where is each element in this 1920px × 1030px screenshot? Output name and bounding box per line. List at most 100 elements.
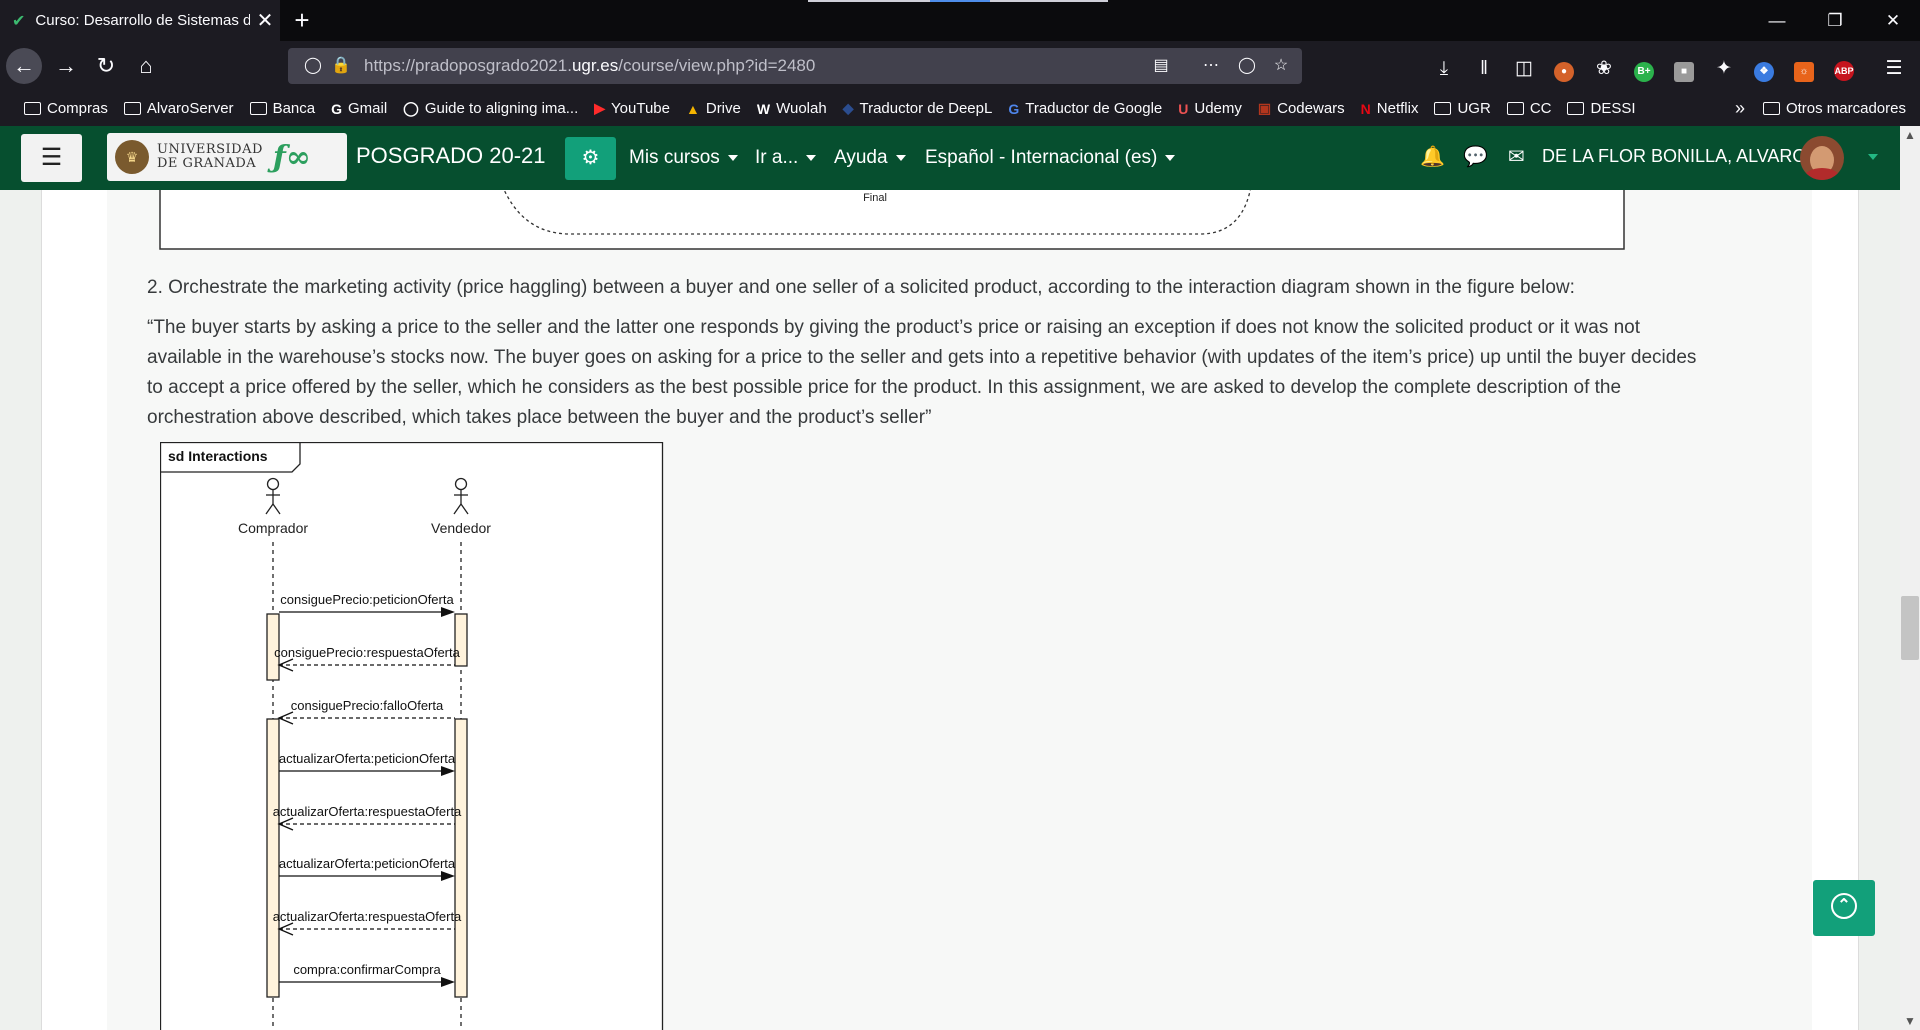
bookmark-item[interactable]: AlvaroServer (123, 100, 234, 117)
extension-colorful-icon[interactable]: ● (1548, 54, 1580, 84)
bookmark-label: Wuolah (776, 100, 827, 117)
bookmark-item[interactable]: G Gmail (331, 100, 387, 117)
reader-view-icon[interactable]: ▤ (1146, 48, 1176, 84)
activation-bar (266, 718, 280, 998)
bookmark-item[interactable]: ◆ Traductor de DeepL (843, 100, 993, 117)
url-bar[interactable]: ◯ 🔒 https://pradoposgrado2021.ugr.es/cou… (288, 48, 1302, 84)
netflix-icon: N (1360, 100, 1371, 117)
site-name[interactable]: POSGRADO 20-21 (356, 143, 546, 169)
chevron-overflow-icon[interactable]: » (1735, 98, 1745, 119)
question-text: 2. Orchestrate the marketing activity (p… (147, 277, 1575, 298)
bookmark-label: Compras (47, 100, 108, 117)
user-name[interactable]: DE LA FLOR BONILLA, ALVARO (1542, 146, 1806, 167)
notifications-bell-icon[interactable]: 🔔 (1420, 144, 1445, 169)
bookmark-item[interactable]: UGR (1434, 100, 1491, 117)
bookmark-star-icon[interactable]: ☆ (1266, 48, 1296, 84)
minimize-icon[interactable]: — (1750, 0, 1804, 41)
tab-title: Curso: Desarrollo de Sistemas d (35, 12, 250, 29)
scroll-down-icon: ▼ (1904, 1014, 1916, 1028)
restore-icon[interactable]: ❐ (1808, 0, 1862, 41)
adblock-plus-icon[interactable]: ABP (1828, 54, 1860, 84)
folder-icon (1567, 102, 1585, 115)
new-tab-button[interactable]: + (286, 4, 318, 36)
bookmark-label: UGR (1457, 100, 1491, 117)
bookmark-item[interactable]: W Wuolah (757, 100, 827, 117)
bookmark-item[interactable]: U Udemy (1178, 100, 1242, 117)
menu-ayuda[interactable]: Ayuda (834, 147, 906, 169)
site-favicon-icon: ✔ (12, 12, 26, 30)
menu-language[interactable]: Español - Internacional (es) (925, 147, 1176, 169)
browser-tab-active[interactable]: ✔ Curso: Desarrollo de Sistemas d ✕ (0, 0, 280, 41)
pocket-icon[interactable]: ◯ (1232, 48, 1262, 84)
url-path: /course/view.php?id=2480 (618, 56, 816, 75)
bookmark-label: Banca (272, 100, 316, 117)
ugr-seal-icon: ♛ (115, 140, 149, 174)
extension-bplus-icon[interactable]: B+ (1628, 54, 1660, 84)
email-envelope-icon[interactable]: ✉ (1508, 144, 1525, 169)
folder-icon (24, 102, 41, 115)
diagram-frame (160, 442, 664, 1030)
bookmark-item[interactable]: ▣ Codewars (1258, 100, 1345, 117)
user-menu-caret-icon[interactable] (1868, 154, 1878, 160)
avatar[interactable] (1800, 136, 1844, 180)
bookmark-label: AlvaroServer (146, 100, 234, 117)
extension-orange-icon[interactable]: ☼ (1788, 54, 1820, 84)
scroll-up-icon: ▲ (1904, 128, 1916, 142)
page-scrollbar[interactable]: ▲ ▼ (1900, 126, 1920, 1030)
tracking-shield-icon[interactable]: ◯ (298, 48, 328, 84)
app-menu-icon[interactable]: ☰ (1878, 54, 1910, 84)
actor-name: Comprador (238, 520, 308, 536)
admin-gear-button[interactable]: ⚙ (565, 137, 616, 180)
sidebar-icon[interactable]: ◫ (1508, 54, 1540, 84)
activation-bar (454, 718, 468, 998)
drawer-toggle-button[interactable]: ☰ (21, 134, 82, 182)
bookmark-item[interactable]: Banca (249, 100, 316, 117)
menu-mis-cursos[interactable]: Mis cursos (629, 147, 738, 169)
bookmark-item[interactable]: DESSI (1567, 100, 1636, 117)
reload-icon[interactable]: ↻ (88, 48, 124, 84)
bookmark-label: Codewars (1277, 100, 1345, 117)
message-label: consiguePrecio:falloOferta (291, 698, 444, 713)
back-to-top-button[interactable]: ⌃ (1813, 880, 1875, 936)
sequence-diagram: sd Interactions Comprador Vendedor consig… (160, 442, 664, 1030)
bookmark-item[interactable]: N Netflix (1361, 100, 1419, 117)
bookmark-item[interactable]: G Traductor de Google (1008, 100, 1162, 117)
back-icon[interactable]: ← (6, 48, 42, 84)
codewars-icon: ▣ (1257, 100, 1272, 116)
bookmark-label: YouTube (611, 100, 670, 117)
close-icon[interactable]: ✕ (1866, 0, 1920, 41)
bookmark-item[interactable]: CC (1506, 100, 1551, 117)
folder-icon (1506, 102, 1524, 115)
home-icon[interactable]: ⌂ (128, 48, 164, 84)
close-tab-icon[interactable]: ✕ (250, 8, 280, 33)
bookmark-item[interactable]: Compras (24, 100, 108, 117)
bookmark-item[interactable]: ▲ Drive (686, 100, 741, 117)
downloads-icon[interactable]: ⤓ (1428, 54, 1460, 84)
other-bookmarks[interactable]: » Otros marcadores (1735, 91, 1906, 126)
bookmark-label: Udemy (1194, 100, 1242, 117)
library-icon[interactable]: ‖ (1468, 54, 1500, 84)
quote-paragraph: “The buyer starts by asking a price to t… (147, 313, 1787, 433)
extension-puzzle-icon[interactable]: ✦ (1708, 54, 1740, 84)
folder-icon (249, 102, 267, 115)
page-actions-icon[interactable]: ⋯ (1196, 48, 1226, 84)
forward-icon[interactable]: → (48, 48, 84, 84)
extension-blue-icon[interactable]: ❖ (1748, 54, 1780, 84)
bookmark-item[interactable]: ◯ Guide to aligning ima... (403, 100, 578, 117)
lock-icon[interactable]: 🔒 (326, 48, 356, 84)
messages-chat-icon[interactable]: 💬 (1463, 144, 1488, 169)
diagram-frame-label: sd Interactions (168, 448, 268, 464)
bookmark-item[interactable]: ▶ YouTube (594, 100, 670, 117)
tab-strip-indicator-accent (930, 0, 990, 2)
ugr-wordmark: UNIVERSIDAD DE GRANADA (157, 142, 263, 171)
actor-name: Vendedor (431, 520, 491, 536)
menu-ir-a[interactable]: Ir a... (755, 147, 817, 169)
quote-line: orchestration above described, which tak… (147, 407, 932, 428)
message-label: actualizarOferta:respuestaOferta (273, 804, 462, 819)
extension-gray-icon[interactable]: ■ (1668, 54, 1700, 84)
message-label: actualizarOferta:peticionOferta (279, 856, 456, 871)
quote-line: to accept a price offered by the seller,… (147, 377, 1622, 398)
message-label: actualizarOferta:respuestaOferta (273, 909, 462, 924)
extension-leaf-icon[interactable]: ❀ (1588, 54, 1620, 84)
ugr-logo[interactable]: ♛ UNIVERSIDAD DE GRANADA ƒ∞ (107, 133, 347, 181)
